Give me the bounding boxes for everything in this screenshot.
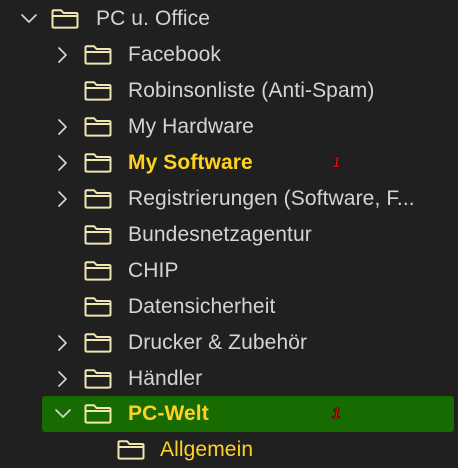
tree-item-label: Registrierungen (Software, F... bbox=[128, 187, 415, 210]
folder-icon bbox=[84, 261, 112, 281]
tree-item-robinsonliste-anti-spam[interactable]: Robinsonliste (Anti-Spam) bbox=[0, 73, 458, 109]
chevron-down-icon[interactable] bbox=[54, 405, 72, 423]
tree-item-datensicherheit[interactable]: Datensicherheit bbox=[0, 289, 458, 325]
folder-icon bbox=[117, 440, 145, 460]
tree-item-label: My Software bbox=[128, 151, 253, 174]
chevron-right-icon[interactable] bbox=[54, 370, 72, 388]
folder-icon bbox=[84, 189, 112, 209]
folder-tree: PC u. Office Facebook Robinsonliste (Anti-… bbox=[0, 0, 458, 466]
tree-item-facebook[interactable]: Facebook bbox=[0, 37, 458, 73]
folder-icon bbox=[84, 369, 112, 389]
folder-icon bbox=[84, 153, 112, 173]
tree-item-handler[interactable]: Händler bbox=[0, 361, 458, 397]
folder-icon bbox=[84, 404, 112, 424]
tree-item-label: Datensicherheit bbox=[128, 295, 276, 318]
tree-item-label: PC u. Office bbox=[96, 7, 211, 30]
tree-item-pc-u-office[interactable]: PC u. Office bbox=[0, 1, 458, 37]
tree-item-label: PC-Welt bbox=[128, 402, 209, 425]
tree-item-chip[interactable]: CHIP bbox=[0, 253, 458, 289]
tree-item-label: Facebook bbox=[128, 43, 222, 66]
folder-icon bbox=[51, 9, 79, 29]
tree-item-label: Allgemein bbox=[160, 438, 254, 461]
tree-item-my-software[interactable]: My Software 1 bbox=[0, 145, 458, 181]
folder-icon bbox=[84, 333, 112, 353]
chevron-right-icon[interactable] bbox=[54, 190, 72, 208]
folder-icon bbox=[84, 117, 112, 137]
folder-icon bbox=[84, 45, 112, 65]
unread-count-badge: 1 bbox=[332, 405, 341, 422]
tree-item-registrierungen-software-f[interactable]: Registrierungen (Software, F... bbox=[0, 181, 458, 217]
chevron-right-icon[interactable] bbox=[54, 334, 72, 352]
tree-item-label: Bundesnetzagentur bbox=[128, 223, 312, 246]
folder-icon bbox=[84, 81, 112, 101]
tree-item-label: CHIP bbox=[128, 259, 179, 282]
chevron-right-icon[interactable] bbox=[54, 154, 72, 172]
chevron-right-icon[interactable] bbox=[54, 118, 72, 136]
folder-icon bbox=[84, 225, 112, 245]
tree-item-label: Händler bbox=[128, 367, 203, 390]
tree-item-label: Robinsonliste (Anti-Spam) bbox=[128, 79, 375, 102]
chevron-down-icon[interactable] bbox=[20, 10, 38, 28]
unread-count-badge: 1 bbox=[332, 154, 341, 171]
tree-item-pc-welt[interactable]: PC-Welt 1 bbox=[42, 396, 454, 432]
tree-item-drucker-zubehor[interactable]: Drucker & Zubehör bbox=[0, 325, 458, 361]
chevron-right-icon[interactable] bbox=[54, 46, 72, 64]
tree-item-label: My Hardware bbox=[128, 115, 254, 138]
tree-item-bundesnetzagentur[interactable]: Bundesnetzagentur bbox=[0, 217, 458, 253]
tree-item-label: Drucker & Zubehör bbox=[128, 331, 308, 354]
folder-icon bbox=[84, 297, 112, 317]
tree-item-allgemein[interactable]: Allgemein bbox=[0, 432, 458, 468]
tree-item-my-hardware[interactable]: My Hardware bbox=[0, 109, 458, 145]
